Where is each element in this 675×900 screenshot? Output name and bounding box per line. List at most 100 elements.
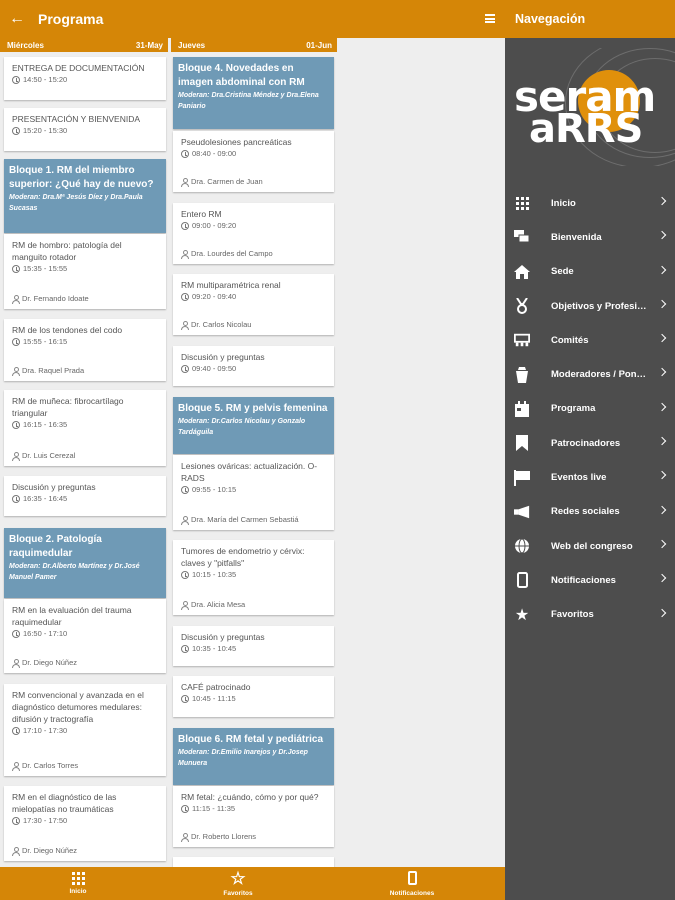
- session-card[interactable]: RM convencional y avanzada en el diagnós…: [4, 684, 166, 776]
- session-card[interactable]: Discusión y preguntas 16:35 - 16:45: [4, 476, 166, 516]
- drawer-item-sede[interactable]: Sede: [505, 255, 675, 289]
- drawer-item-notificaciones[interactable]: Notificaciones: [505, 563, 675, 597]
- block-header[interactable]: Bloque 1. RM del miembro superior: ¿Qué …: [4, 159, 166, 233]
- drawer-item-label: Redes sociales: [551, 506, 620, 518]
- drawer-item-objetivos[interactable]: Objetivos y Profesi…: [505, 289, 675, 323]
- navigation-drawer: Navegación seram aRRS Inicio Bienvenida …: [505, 0, 675, 900]
- block-header[interactable]: Bloque 6. RM fetal y pediátrica Moderan:…: [173, 728, 334, 785]
- session-speaker: Dr. Diego Núñez: [12, 846, 77, 856]
- drawer-item-programa[interactable]: Programa: [505, 392, 675, 426]
- session-card[interactable]: RM de los tendones del codo 15:55 - 16:1…: [4, 319, 166, 381]
- session-time: 09:40 - 09:50: [181, 364, 326, 374]
- drawer-item-comites[interactable]: Comités: [505, 323, 675, 357]
- user-icon: [181, 833, 189, 842]
- drawer-item-web-congreso[interactable]: Web del congreso: [505, 529, 675, 563]
- session-card[interactable]: Pseudolesiones pancreáticas 08:40 - 09:0…: [173, 131, 334, 192]
- block-moderators: Moderan: Dr.Emilio Inarejos y Dr.Josep M…: [178, 749, 308, 767]
- session-title: Discusión y preguntas: [181, 632, 265, 642]
- clock-icon: [12, 265, 20, 273]
- session-time: 09:00 - 09:20: [181, 221, 326, 231]
- session-card[interactable]: Lesiones ováricas: actualización. O-RADS…: [173, 455, 334, 530]
- user-icon: [12, 452, 20, 461]
- bottom-nav-label: Favoritos: [223, 890, 253, 897]
- drawer-item-favoritos[interactable]: ★ Favoritos: [505, 598, 675, 632]
- block-header[interactable]: Bloque 2. Patología raquimedular Moderan…: [4, 528, 166, 598]
- drawer-item-label: Favoritos: [551, 609, 594, 621]
- clock-icon: [181, 805, 189, 813]
- session-speaker: Dra. María del Carmen Sebastiá: [181, 515, 299, 525]
- session-title: RM fetal: ¿cuándo, cómo y por qué?: [181, 792, 319, 802]
- session-card[interactable]: CAFÉ patrocinado 10:45 - 11:15: [173, 676, 334, 717]
- session-speaker: Dra. Carmen de Juan: [181, 177, 263, 187]
- session-speaker: Dra. Alicia Mesa: [181, 600, 245, 610]
- day-name: Miércoles: [7, 40, 44, 50]
- session-card[interactable]: RM de muñeca: fibrocartílago triangular …: [4, 390, 166, 466]
- drawer-item-label: Notificaciones: [551, 574, 616, 586]
- session-speaker: Dra. Lourdes del Campo: [181, 249, 273, 259]
- menu-icon[interactable]: [485, 14, 495, 23]
- block-header[interactable]: Bloque 5. RM y pelvis femenina Moderan: …: [173, 397, 334, 454]
- clock-icon: [12, 76, 20, 84]
- chevron-right-icon: [657, 608, 667, 617]
- logo-text-arrs: aRRS: [529, 106, 643, 152]
- committee-icon: [514, 332, 530, 348]
- chevron-right-icon: [657, 574, 667, 583]
- day-date: 31-May: [135, 40, 163, 50]
- session-card[interactable]: RM en el diagnóstico de las mielopatías …: [4, 786, 166, 861]
- drawer-item-redes-sociales[interactable]: Redes sociales: [505, 495, 675, 529]
- session-title: Entero RM: [181, 209, 222, 219]
- drawer-item-patrocinadores[interactable]: Patrocinadores: [505, 426, 675, 460]
- bottom-nav-favoritos[interactable]: ☆ Favoritos: [178, 870, 298, 897]
- session-time: 17:10 - 17:30: [12, 726, 158, 736]
- session-card[interactable]: ENTREGA DE DOCUMENTACIÓN 14:50 - 15:20: [4, 57, 166, 100]
- session-card[interactable]: RM en la evaluación del trauma raquimedu…: [4, 599, 166, 673]
- session-speaker: Dr. Diego Núñez: [12, 658, 77, 668]
- drawer-item-inicio[interactable]: Inicio: [505, 186, 675, 220]
- session-time: 16:15 - 16:35: [12, 420, 158, 430]
- session-time: 10:35 - 10:45: [181, 644, 326, 654]
- day-header-1: Miércoles 31-May: [0, 38, 168, 52]
- session-card[interactable]: Discusión y preguntas 09:40 - 09:50: [173, 346, 334, 386]
- session-title: Discusión y preguntas: [12, 482, 96, 492]
- drawer-item-label: Eventos live: [551, 472, 607, 484]
- bottom-nav-label: Inicio: [69, 888, 87, 895]
- chevron-right-icon: [657, 265, 667, 274]
- bucket-icon: [514, 366, 530, 383]
- block-header[interactable]: Bloque 4. Novedades en imagen abdominal …: [173, 57, 334, 129]
- session-title: RM multiparamétrica renal: [181, 280, 281, 290]
- drawer-item-bienvenida[interactable]: Bienvenida: [505, 220, 675, 254]
- block-title: Bloque 1. RM del miembro superior: ¿Qué …: [9, 165, 154, 190]
- clock-icon: [12, 127, 20, 135]
- drawer-item-eventos-live[interactable]: Eventos live: [505, 460, 675, 494]
- session-card[interactable]: RM de hombro: patología del manguito rot…: [4, 234, 166, 309]
- bottom-nav-notificaciones[interactable]: Notificaciones: [352, 871, 472, 897]
- session-speaker: Dr. Luis Cerezal: [12, 451, 75, 461]
- session-time: 10:15 - 10:35: [181, 570, 326, 580]
- bottom-navigation: Inicio ☆ Favoritos Notificaciones: [0, 867, 505, 900]
- chevron-right-icon: [657, 231, 667, 240]
- user-icon: [12, 847, 20, 856]
- session-title: PRESENTACIÓN Y BIENVENIDA: [12, 114, 141, 124]
- bottom-nav-inicio[interactable]: Inicio: [18, 871, 138, 895]
- clock-icon: [181, 222, 189, 230]
- chevron-right-icon: [657, 368, 667, 377]
- drawer-title: Navegación: [505, 0, 675, 38]
- chevron-right-icon: [657, 436, 667, 446]
- session-card[interactable]: Entero RM 09:00 - 09:20 Dra. Lourdes del…: [173, 203, 334, 264]
- session-time: 08:40 - 09:00: [181, 149, 326, 159]
- clock-icon: [181, 571, 189, 579]
- drawer-item-label: Comités: [551, 334, 589, 346]
- globe-icon: [514, 538, 530, 554]
- arrow-left-icon[interactable]: ←: [4, 0, 30, 38]
- drawer-item-moderadores[interactable]: Moderadores / Pon…: [505, 357, 675, 391]
- day-date: 01-Jun: [306, 40, 332, 50]
- drawer-item-label: Moderadores / Pon…: [551, 369, 647, 381]
- session-card[interactable]: PRESENTACIÓN Y BIENVENIDA 15:20 - 15:30: [4, 108, 166, 151]
- session-card[interactable]: Discusión y preguntas 10:35 - 10:45: [173, 626, 334, 666]
- session-card[interactable]: RM fetal: ¿cuándo, cómo y por qué? 11:15…: [173, 786, 334, 847]
- session-card[interactable]: RM multiparamétrica renal 09:20 - 09:40 …: [173, 274, 334, 335]
- session-card[interactable]: [173, 857, 334, 867]
- block-moderators: Moderan: Dr.Carlos Nicolau y Gonzalo Tar…: [178, 418, 306, 436]
- session-card[interactable]: Tumores de endometrio y cérvix: claves y…: [173, 540, 334, 615]
- user-icon: [12, 367, 20, 376]
